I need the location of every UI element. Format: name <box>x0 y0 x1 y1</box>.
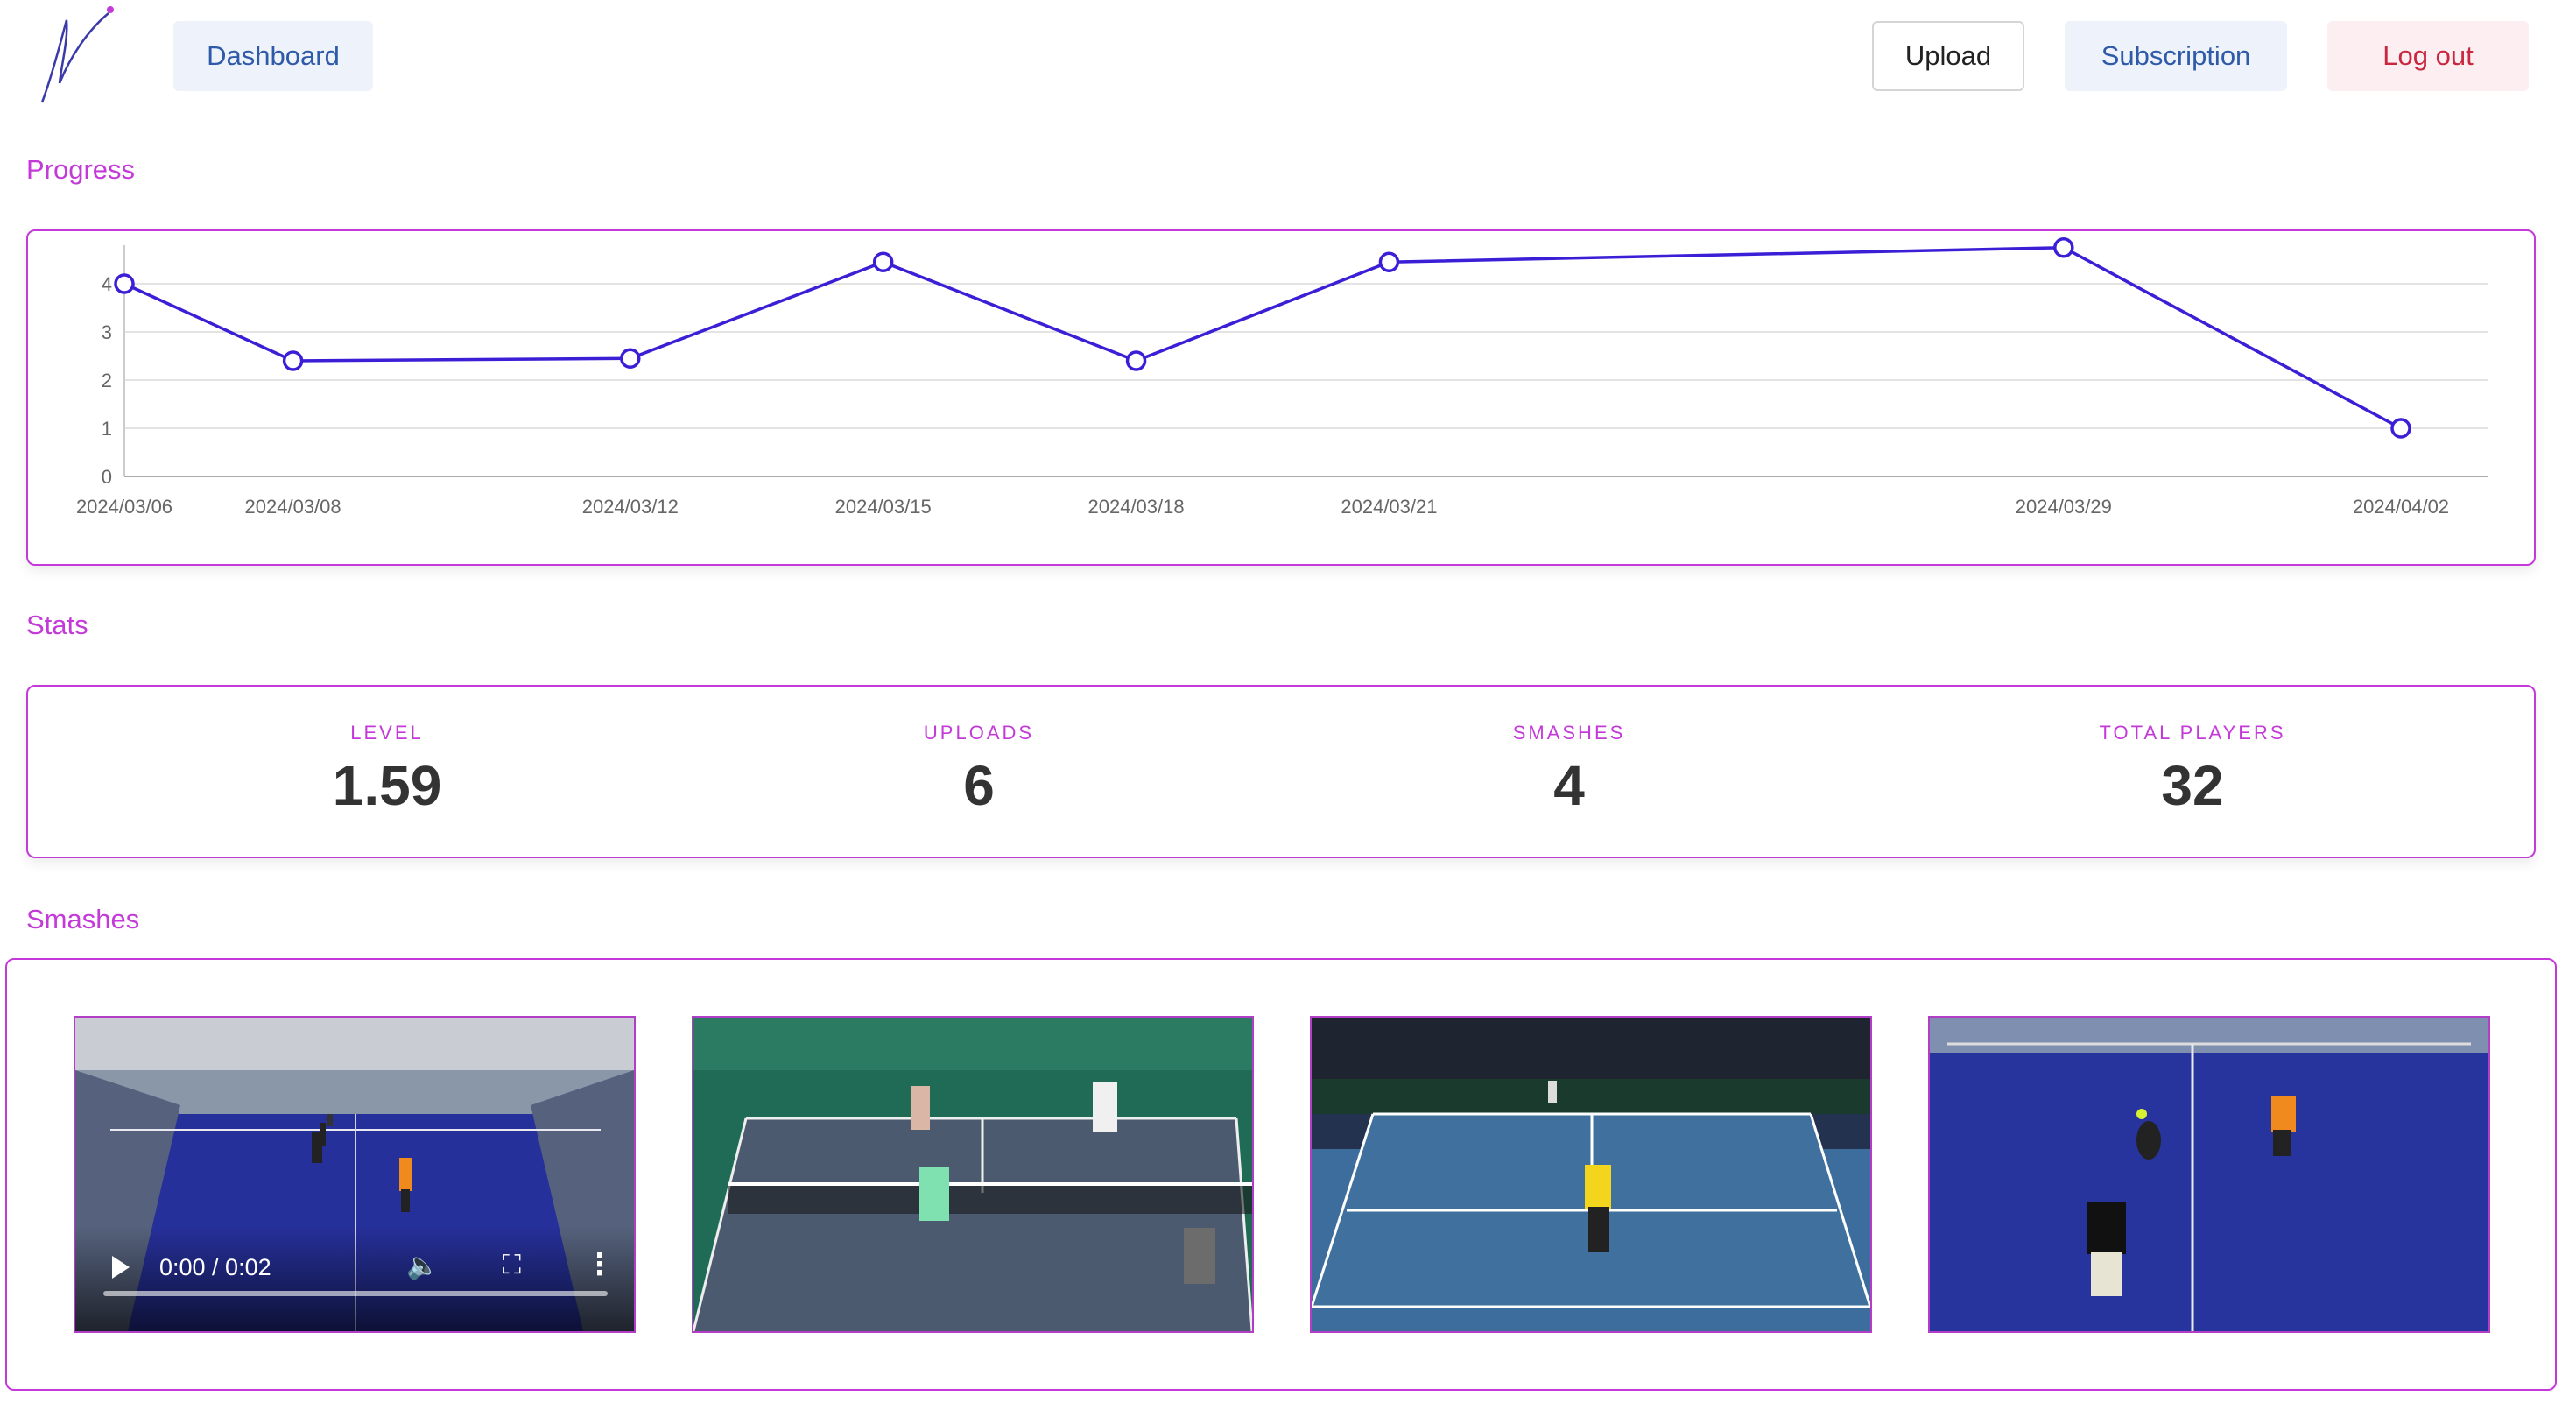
stat-level: LEVEL 1.59 <box>212 722 562 818</box>
data-point <box>2390 418 2411 439</box>
smashes-heading: Smashes <box>26 904 140 934</box>
video-time: 0:00 / 0:02 <box>159 1254 271 1280</box>
video-controls: 0:00 / 0:02 🔈 ⛶ ⋮ <box>75 1226 634 1331</box>
stat-uploads: UPLOADS 6 <box>804 722 1154 818</box>
x-tick-label: 2024/03/15 <box>835 496 932 518</box>
data-point <box>114 273 135 294</box>
smash-video-1[interactable]: 0:00 / 0:02 🔈 ⛶ ⋮ <box>74 1016 636 1333</box>
x-tick-label: 2024/03/18 <box>1088 496 1185 518</box>
stat-value: 6 <box>963 754 995 817</box>
y-tick-label: 3 <box>102 321 112 343</box>
stat-value: 1.59 <box>332 754 442 817</box>
smash-video-4[interactable] <box>1928 1016 2490 1333</box>
x-tick-label: 2024/04/02 <box>2353 496 2449 518</box>
progress-chart: 0 1 2 3 4 2024/03/06 2024/03/08 2024/03/12 2024/… <box>76 237 2488 518</box>
smash-video-2[interactable] <box>692 1016 1254 1333</box>
y-tick-label: 4 <box>102 273 112 295</box>
stat-value: 4 <box>1553 754 1585 817</box>
x-tick-label: 2024/03/21 <box>1341 496 1437 518</box>
seek-bar[interactable] <box>103 1291 608 1296</box>
more-options-icon[interactable]: ⋮ <box>585 1247 615 1282</box>
stat-label: SMASHES <box>1512 722 1626 744</box>
stat-label: LEVEL <box>350 722 424 744</box>
fullscreen-icon[interactable]: ⛶ <box>503 1251 521 1280</box>
x-tick-label: 2024/03/29 <box>2016 496 2112 518</box>
x-tick-label: 2024/03/12 <box>582 496 679 518</box>
progress-card: 0 1 2 3 4 2024/03/06 2024/03/08 2024/03/12 2024/… <box>26 229 2536 566</box>
smashes-card: 0:00 / 0:02 🔈 ⛶ ⋮ <box>5 958 2557 1391</box>
y-tick-label: 0 <box>102 466 112 488</box>
x-tick-label: 2024/03/06 <box>76 496 172 518</box>
stat-label: TOTAL PLAYERS <box>2099 722 2286 744</box>
stat-value: 32 <box>2161 754 2224 817</box>
video-frame-pickleball <box>693 1018 1252 1331</box>
subscription-button[interactable]: Subscription <box>2065 21 2287 91</box>
upload-button[interactable]: Upload <box>1872 21 2024 91</box>
smash-video-3[interactable] <box>1310 1016 1872 1333</box>
stats-card: LEVEL 1.59 UPLOADS 6 SMASHES 4 TOTAL PLA… <box>26 685 2536 858</box>
play-icon[interactable] <box>112 1256 130 1279</box>
y-tick-label: 1 <box>102 418 112 440</box>
video-frame-tennis <box>1312 1018 1870 1331</box>
dashboard-button[interactable]: Dashboard <box>173 21 373 91</box>
progress-heading: Progress <box>26 154 136 185</box>
x-tick-label: 2024/03/08 <box>245 496 341 518</box>
data-point <box>1125 350 1147 371</box>
data-point <box>620 348 641 369</box>
top-bar: Dashboard Upload Subscription Log out <box>0 0 2576 114</box>
data-point <box>282 350 304 371</box>
logo <box>40 6 114 103</box>
video-frame-padel-closeup <box>1930 1018 2488 1331</box>
data-point <box>872 251 894 272</box>
stat-smashes: SMASHES 4 <box>1394 722 1744 818</box>
volume-icon[interactable]: 🔈 <box>406 1251 439 1281</box>
stat-total-players: TOTAL PLAYERS 32 <box>2017 722 2368 818</box>
series-line <box>123 245 2402 430</box>
y-tick-label: 2 <box>102 370 112 391</box>
logout-button[interactable]: Log out <box>2327 21 2529 91</box>
data-point <box>2053 237 2074 258</box>
data-point <box>1378 251 1400 272</box>
stats-heading: Stats <box>26 610 88 640</box>
stat-label: UPLOADS <box>923 722 1035 744</box>
